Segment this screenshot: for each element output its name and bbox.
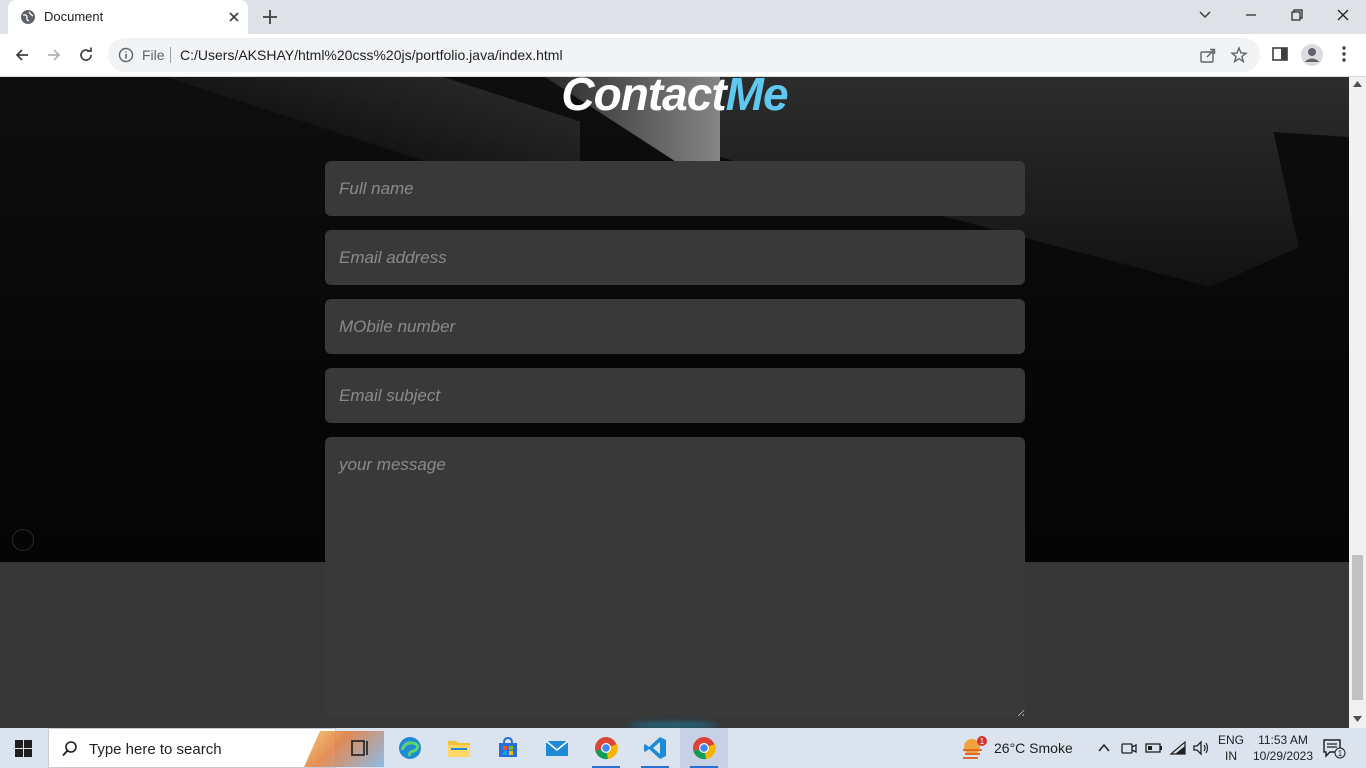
globe-icon	[21, 10, 35, 24]
fullname-input[interactable]	[325, 161, 1025, 216]
close-window-button[interactable]	[1320, 0, 1366, 30]
mail-icon	[545, 740, 569, 756]
chrome-icon	[693, 737, 716, 760]
message-textarea[interactable]	[325, 437, 1025, 717]
restore-icon	[1291, 9, 1303, 21]
subject-input[interactable]	[325, 368, 1025, 423]
clock-date: 10/29/2023	[1252, 749, 1314, 763]
page-scrollbar[interactable]	[1349, 77, 1366, 728]
taskbar-app-file-explorer[interactable]	[435, 728, 483, 768]
meet-now-icon[interactable]	[1121, 740, 1137, 756]
tab-strip: Document	[0, 0, 1366, 34]
notification-count: 1	[1338, 749, 1343, 758]
weather-haze-icon: 1	[963, 736, 987, 759]
scrollbar-thumb[interactable]	[1352, 555, 1363, 700]
lang-code: ENG	[1217, 733, 1244, 747]
back-button[interactable]	[8, 41, 36, 69]
bookmark-star-icon[interactable]	[1230, 46, 1248, 64]
taskbar-app-store[interactable]	[484, 728, 532, 768]
scroll-down-icon[interactable]	[1353, 716, 1362, 722]
notification-icon: 1	[1323, 739, 1346, 759]
weather-badge-count: 1	[980, 737, 985, 746]
battery-icon[interactable]	[1145, 740, 1163, 756]
email-input[interactable]	[325, 230, 1025, 285]
minimize-button[interactable]	[1228, 0, 1274, 30]
heading-word-me: Me	[725, 77, 789, 120]
forward-button[interactable]	[40, 41, 68, 69]
page-viewport: ContactMe	[0, 77, 1349, 728]
taskbar-app-edge[interactable]	[386, 728, 434, 768]
edge-icon	[399, 737, 421, 759]
taskbar-search-box[interactable]: Type here to search	[48, 728, 384, 768]
chrome-icon	[595, 737, 618, 760]
task-view-button[interactable]	[336, 728, 384, 768]
wifi-icon[interactable]	[1169, 740, 1187, 756]
weather-widget[interactable]: 1 26°C Smoke	[958, 728, 1088, 768]
taskbar-app-mail[interactable]	[533, 728, 581, 768]
taskbar-app-chrome-active[interactable]	[680, 728, 728, 768]
browser-tab[interactable]: Document	[8, 0, 248, 34]
volume-icon[interactable]	[1192, 740, 1210, 756]
address-scheme-label: File	[142, 47, 165, 63]
forward-arrow-icon	[48, 49, 61, 61]
store-icon	[499, 736, 517, 757]
reload-icon	[80, 47, 92, 61]
taskbar-app-vscode[interactable]	[631, 728, 679, 768]
windows-taskbar: Type here to search 1 26°C Smoke ENG IN …	[0, 728, 1366, 768]
kebab-menu-icon[interactable]	[1336, 45, 1352, 63]
folder-icon	[448, 741, 470, 757]
reload-button[interactable]	[72, 41, 100, 69]
address-bar[interactable]: File C:/Users/AKSHAY/html%20css%20js/por…	[108, 38, 1260, 72]
heading-word-contact: Contact	[561, 77, 726, 120]
address-url[interactable]: C:/Users/AKSHAY/html%20css%20js/portfoli…	[180, 47, 563, 63]
start-button[interactable]	[0, 728, 48, 768]
clock-time: 11:53 AM	[1258, 733, 1308, 747]
back-arrow-icon	[15, 49, 28, 61]
taskbar-clock[interactable]: 11:53 AM 10/29/2023	[1248, 732, 1318, 764]
mobile-input[interactable]	[325, 299, 1025, 354]
search-icon	[62, 741, 77, 757]
scroll-up-icon[interactable]	[1353, 81, 1362, 87]
taskbar-app-chrome[interactable]	[582, 728, 630, 768]
input-language-indicator[interactable]: ENG IN	[1214, 732, 1248, 764]
contact-heading: ContactMe	[0, 77, 1349, 121]
share-icon[interactable]	[1199, 46, 1217, 64]
minimize-icon	[1246, 14, 1256, 16]
info-icon[interactable]	[118, 47, 134, 63]
side-panel-icon[interactable]	[1271, 45, 1289, 63]
tab-search-button[interactable]	[1182, 0, 1228, 30]
weather-text: 26°C Smoke	[994, 740, 1073, 756]
close-tab-icon[interactable]	[224, 7, 244, 27]
profile-avatar-icon[interactable]	[1300, 43, 1324, 67]
windows-logo-icon	[15, 740, 32, 757]
new-tab-icon[interactable]	[258, 5, 282, 29]
address-separator	[170, 47, 171, 63]
vscode-icon	[644, 737, 666, 759]
tab-title: Document	[44, 9, 104, 24]
search-placeholder: Type here to search	[89, 741, 222, 758]
show-hidden-icons-chevron-icon[interactable]	[1097, 740, 1111, 756]
lang-region: IN	[1225, 749, 1237, 763]
close-icon	[1337, 9, 1349, 21]
notification-center-button[interactable]: 1	[1322, 738, 1346, 765]
watermark-icon	[12, 529, 34, 551]
restore-button[interactable]	[1274, 0, 1320, 30]
browser-toolbar: File C:/Users/AKSHAY/html%20css%20js/por…	[0, 34, 1366, 77]
task-view-icon	[351, 740, 368, 756]
chevron-down-icon	[1199, 11, 1211, 19]
